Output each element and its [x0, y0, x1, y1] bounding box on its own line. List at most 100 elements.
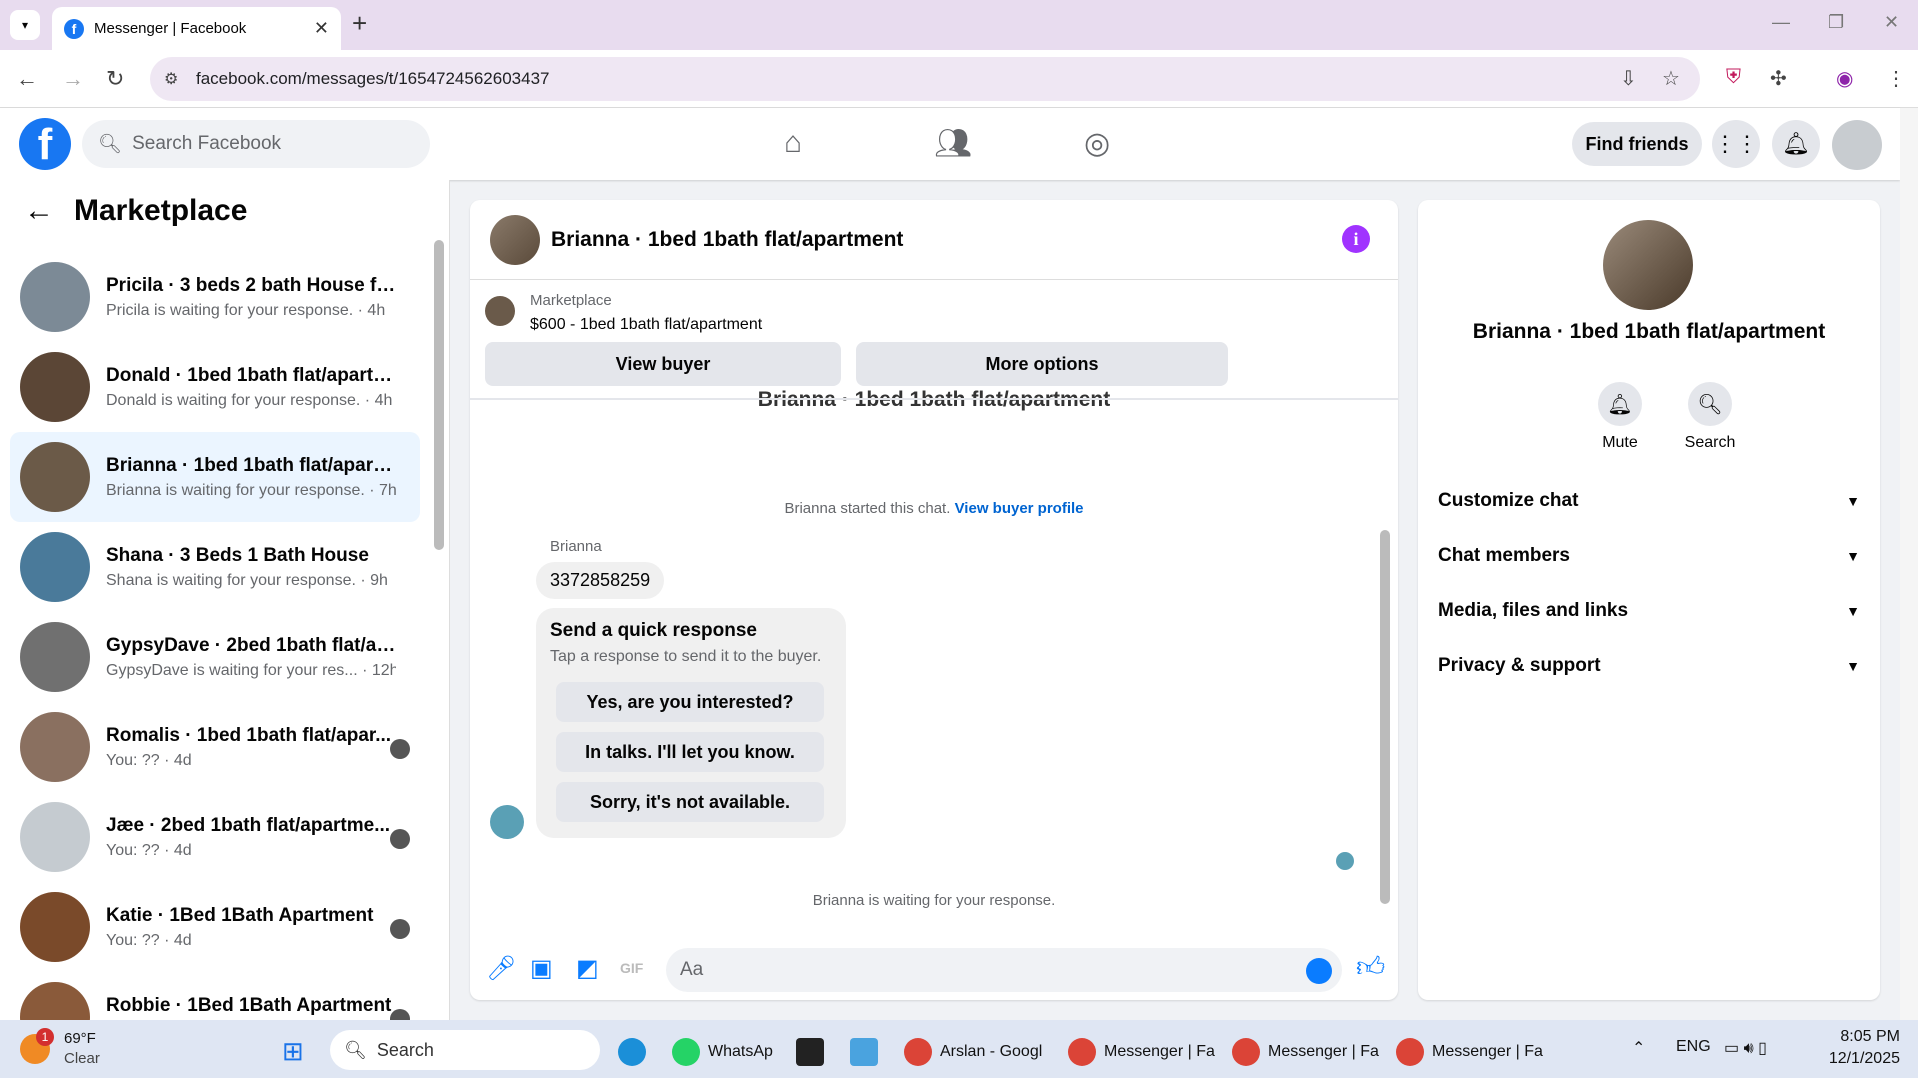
- friends-icon[interactable]: 👥︎: [934, 126, 972, 161]
- new-tab-icon[interactable]: +: [352, 8, 367, 39]
- facebook-favicon-icon: f: [64, 18, 84, 39]
- url-field[interactable]: ⚙ facebook.com/messages/t/16547245626034…: [150, 57, 1700, 101]
- chat-header-avatar[interactable]: [490, 215, 540, 265]
- find-friends-button[interactable]: Find friends: [1572, 122, 1702, 166]
- groups-icon[interactable]: ◎: [1084, 126, 1110, 161]
- read-receipt-avatar: [390, 739, 410, 759]
- view-buyer-button[interactable]: View buyer: [485, 342, 841, 386]
- conversation-avatar: [20, 442, 90, 512]
- listing-title[interactable]: $600 - 1bed 1bath flat/apartment: [530, 316, 762, 334]
- forward-icon[interactable]: →: [62, 66, 84, 92]
- photo-icon[interactable]: ▣: [530, 954, 553, 983]
- network-volume-battery-icons[interactable]: ▭ 🔊︎ ▯: [1724, 1038, 1767, 1058]
- more-options-button[interactable]: More options: [856, 342, 1228, 386]
- install-app-icon[interactable]: ⇩: [1620, 66, 1637, 91]
- facebook-logo-icon[interactable]: f: [19, 118, 71, 170]
- whatsapp-taskbar-item[interactable]: WhatsAp: [672, 1038, 773, 1066]
- tray-chevron-icon[interactable]: ⌃: [1632, 1038, 1645, 1058]
- restore-icon[interactable]: ❐: [1828, 12, 1844, 33]
- emoji-icon[interactable]: [1306, 958, 1332, 984]
- conversation-item[interactable]: Romalis · 1bed 1bath flat/apar... You: ??…: [10, 702, 420, 792]
- site-info-icon[interactable]: ⚙: [164, 69, 178, 89]
- bookmark-star-icon[interactable]: ☆: [1662, 66, 1680, 91]
- chevron-down-icon: ▼: [1846, 493, 1860, 509]
- customize-chat-row[interactable]: Customize chat ▼: [1438, 476, 1860, 526]
- chat-header-name[interactable]: Brianna · 1bed 1bath flat/apartment: [551, 228, 903, 252]
- gif-icon[interactable]: GIF: [620, 960, 643, 976]
- quick-reply-in-talks-button[interactable]: In talks. I'll let you know.: [556, 732, 824, 772]
- back-icon[interactable]: ←: [16, 66, 38, 92]
- menu-grid-icon[interactable]: ⋮⋮: [1712, 120, 1760, 168]
- message-bubble[interactable]: 3372858259: [536, 562, 665, 599]
- clock[interactable]: 8:05 PM 12/1/2025: [1826, 1028, 1900, 1068]
- chrome-icon: [1232, 1038, 1260, 1066]
- view-buyer-profile-link[interactable]: View buyer profile: [955, 500, 1084, 517]
- profile-icon[interactable]: ◉: [1836, 66, 1853, 91]
- taskbar-search[interactable]: 🔍︎ Search: [330, 1030, 600, 1070]
- whatsapp-icon: [672, 1038, 700, 1066]
- browser-tab[interactable]: f Messenger | Facebook ✕: [52, 7, 341, 50]
- conversation-item[interactable]: Katie · 1Bed 1Bath Apartment You: ?? · 4d: [10, 882, 420, 972]
- chat-scrollbar[interactable]: [1380, 530, 1390, 904]
- sticker-icon[interactable]: ◩: [576, 954, 599, 983]
- conversation-avatar: [20, 622, 90, 692]
- mute-action[interactable]: 🔔︎ Mute: [1575, 382, 1665, 452]
- conversation-item[interactable]: Donald · 1bed 1bath flat/apartm... Donald…: [10, 342, 420, 432]
- conversation-preview: Pricila is waiting for your response. · …: [106, 301, 386, 319]
- notifications-bell-icon[interactable]: 🔔︎: [1772, 120, 1820, 168]
- media-files-links-row[interactable]: Media, files and links ▼: [1438, 586, 1860, 636]
- reload-icon[interactable]: ↻: [106, 66, 124, 92]
- tab-title: Messenger | Facebook: [94, 20, 247, 37]
- microphone-icon[interactable]: 🎤︎: [486, 954, 516, 983]
- ublock-extension-icon[interactable]: ⛨: [1726, 66, 1741, 89]
- minimize-icon[interactable]: —: [1772, 12, 1790, 33]
- chat-members-row[interactable]: Chat members ▼: [1438, 531, 1860, 581]
- conversation-item[interactable]: GypsyDave · 2bed 1bath flat/apa... GypsyD…: [10, 612, 420, 702]
- customize-chat-label: Customize chat: [1438, 490, 1579, 511]
- waiting-notice: Brianna is waiting for your response.: [812, 892, 1056, 909]
- home-icon[interactable]: ⌂: [784, 126, 802, 160]
- back-arrow-icon[interactable]: ←: [24, 194, 54, 228]
- search-icon[interactable]: 🔍︎: [1688, 382, 1732, 426]
- chrome-arslan-taskbar-item[interactable]: Arslan - Googl: [904, 1038, 1042, 1066]
- window-close-icon[interactable]: ✕: [1884, 12, 1899, 33]
- language-indicator[interactable]: ENG: [1676, 1038, 1711, 1056]
- sender-avatar[interactable]: [490, 805, 524, 839]
- facebook-search-input[interactable]: 🔍︎ Search Facebook: [82, 120, 430, 168]
- whatsapp-label: WhatsAp: [708, 1043, 773, 1060]
- clock-date: 12/1/2025: [1828, 1050, 1900, 1067]
- conversation-item[interactable]: Jæe · 2bed 1bath flat/apartme... You: ?? …: [10, 792, 420, 882]
- edge-icon[interactable]: [618, 1038, 646, 1066]
- windows-start-icon[interactable]: ⊞: [282, 1036, 304, 1067]
- sidebar-scrollbar[interactable]: [434, 240, 444, 550]
- conversation-name: GypsyDave · 2bed 1bath flat/apa...: [106, 634, 396, 656]
- account-avatar[interactable]: [1832, 120, 1882, 170]
- extensions-icon[interactable]: ✣: [1770, 66, 1787, 91]
- info-icon[interactable]: i: [1342, 225, 1370, 253]
- conversation-text: Katie · 1Bed 1Bath Apartment You: ?? · 4d: [106, 905, 396, 950]
- conversation-item[interactable]: Brianna · 1bed 1bath flat/apartm... Brian…: [10, 432, 420, 522]
- chrome-messenger-taskbar-item-1[interactable]: Messenger | Fa: [1068, 1038, 1215, 1066]
- search-action[interactable]: 🔍︎ Search: [1665, 382, 1755, 452]
- sticky-notes-icon[interactable]: [796, 1038, 824, 1066]
- conversation-item[interactable]: Pricila · 3 beds 2 bath House for ... Pri…: [10, 252, 420, 342]
- snipping-tool-icon[interactable]: [850, 1038, 878, 1066]
- close-tab-icon[interactable]: ✕: [314, 18, 329, 39]
- chrome-messenger-taskbar-item-2[interactable]: Messenger | Fa: [1232, 1038, 1379, 1066]
- tab-search-dropdown-icon[interactable]: ▾: [10, 10, 40, 40]
- quick-reply-not-available-button[interactable]: Sorry, it's not available.: [556, 782, 824, 822]
- page-scrollbar[interactable]: [1900, 108, 1918, 1020]
- chrome-messenger-taskbar-item-3[interactable]: Messenger | Fa: [1396, 1038, 1543, 1066]
- like-thumb-icon[interactable]: 👍︎: [1356, 950, 1385, 984]
- mute-bell-icon[interactable]: 🔔︎: [1598, 382, 1642, 426]
- chrome-menu-icon[interactable]: ⋮: [1886, 66, 1906, 91]
- privacy-support-row[interactable]: Privacy & support ▼: [1438, 641, 1860, 691]
- chevron-down-icon: ▼: [1846, 658, 1860, 674]
- chat-panel: Brianna · 1bed 1bath flat/apartment i Ma…: [470, 200, 1398, 1000]
- message-input[interactable]: Aa: [666, 948, 1342, 992]
- conversation-item[interactable]: Shana · 3 Beds 1 Bath House Shana is wait…: [10, 522, 420, 612]
- conversation-item[interactable]: Robbie · 1Bed 1Bath ApartmentYou: Thanks…: [10, 972, 420, 1020]
- read-receipt-avatar: [390, 1009, 410, 1020]
- buyer-avatar[interactable]: [1603, 220, 1693, 310]
- quick-reply-interested-button[interactable]: Yes, are you interested?: [556, 682, 824, 722]
